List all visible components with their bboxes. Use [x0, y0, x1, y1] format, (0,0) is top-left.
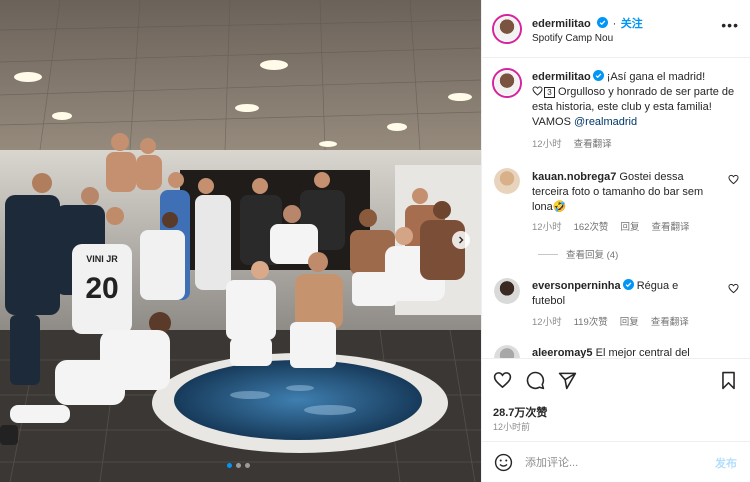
- comment-text: kauan.nobrega7 Gostei dessa terceira fot…: [532, 171, 704, 213]
- translate-button[interactable]: 查看翻译: [651, 219, 689, 233]
- post-photo[interactable]: VINI JR 20: [0, 0, 481, 482]
- translate-button[interactable]: 查看翻译: [651, 314, 689, 328]
- verified-icon: [592, 70, 604, 81]
- verified-icon: [597, 17, 609, 28]
- post-side-panel: edermilitao · 关注 Spotify Camp Nou ••• ed…: [481, 0, 750, 482]
- comment-like-heart-icon[interactable]: [728, 283, 739, 294]
- comment-avatar[interactable]: [494, 168, 520, 194]
- comment-meta: 12小时 162次赞 回复 查看翻译: [532, 219, 689, 233]
- carousel-dot: [236, 463, 241, 468]
- chevron-right-icon: [459, 236, 464, 244]
- white-heart-emoji-icon: [532, 86, 543, 96]
- comment-likes-count[interactable]: 162次赞: [574, 219, 609, 233]
- comment-text: eversonperninha Régua e futebol: [532, 279, 679, 307]
- post-location[interactable]: Spotify Camp Nou: [532, 33, 613, 44]
- more-icon: •••: [721, 17, 739, 33]
- share-icon[interactable]: [558, 371, 577, 390]
- header-user-line: edermilitao · 关注: [532, 17, 643, 30]
- follow-button[interactable]: 关注: [621, 18, 643, 30]
- caption-time: 12小时: [532, 139, 562, 150]
- carousel-dot-active: [227, 463, 232, 468]
- comment-like-heart-icon[interactable]: [728, 174, 739, 185]
- comment-text: aleeromay5 El mejor central del: [532, 347, 690, 358]
- comment-icon[interactable]: [526, 371, 545, 390]
- comments-section[interactable]: edermilitao ¡Así gana el madrid! 3 Orgul…: [482, 58, 750, 358]
- carousel-dot: [245, 463, 250, 468]
- post-author-username[interactable]: edermilitao: [532, 18, 591, 30]
- caption-username[interactable]: edermilitao: [532, 71, 591, 83]
- post-header: edermilitao · 关注 Spotify Camp Nou •••: [482, 0, 750, 58]
- post-actions: 28.7万次赞 12小时前: [482, 358, 750, 448]
- avatar[interactable]: [492, 14, 522, 44]
- comment-username[interactable]: kauan.nobrega7: [532, 171, 616, 183]
- comment-username[interactable]: eversonperninha: [532, 280, 621, 292]
- caption-avatar[interactable]: [492, 68, 522, 98]
- caption-translate-button[interactable]: 查看翻译: [574, 136, 612, 150]
- jersey-number: 20: [85, 272, 118, 305]
- locker-room-photo: VINI JR 20: [0, 0, 481, 482]
- likes-count[interactable]: 28.7万次赞: [493, 404, 547, 420]
- more-options-button[interactable]: •••: [721, 18, 739, 32]
- verified-icon: [622, 279, 634, 290]
- view-replies-button[interactable]: 查看回复 (4): [538, 247, 618, 261]
- reply-button[interactable]: 回复: [620, 219, 639, 233]
- caption-meta: 12小时 查看翻译: [532, 136, 612, 150]
- caption-text: ¡Así gana el madrid!: [603, 71, 706, 83]
- add-comment-bar: 发布: [482, 441, 750, 482]
- carousel-indicator: [227, 463, 250, 468]
- reply-button[interactable]: 回复: [620, 314, 639, 328]
- comment-input[interactable]: [525, 454, 695, 472]
- comment-meta: 12小时 119次赞 回复 查看翻译: [532, 314, 689, 328]
- post-comment-button[interactable]: 发布: [715, 455, 737, 471]
- comment-avatar[interactable]: [494, 345, 520, 358]
- comment-username[interactable]: aleeromay5: [532, 347, 593, 358]
- heart-icon[interactable]: [493, 371, 512, 389]
- post-time: 12小时前: [493, 422, 531, 432]
- carousel-next-button[interactable]: [452, 231, 470, 249]
- mention-link[interactable]: @realmadrid: [574, 116, 637, 128]
- emoji-icon[interactable]: [494, 453, 513, 472]
- keycap-three-emoji: 3: [544, 87, 555, 98]
- comment-likes-count[interactable]: 119次赞: [574, 314, 608, 328]
- jersey-name: VINI JR: [86, 254, 118, 264]
- caption: edermilitao ¡Así gana el madrid! 3 Orgul…: [532, 70, 742, 130]
- bookmark-icon[interactable]: [720, 371, 737, 390]
- comment-avatar[interactable]: [494, 278, 520, 304]
